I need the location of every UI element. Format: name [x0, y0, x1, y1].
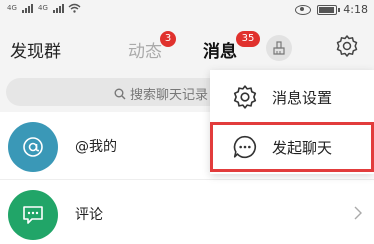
- at-avatar: [8, 122, 58, 172]
- menu-item-start-chat[interactable]: 发起聊天: [210, 122, 374, 172]
- messages-badge: 35: [236, 31, 260, 47]
- discover-groups-link[interactable]: 发现群: [10, 37, 61, 62]
- clear-unread-button[interactable]: [266, 35, 292, 61]
- eye-comfort-icon: [295, 4, 312, 15]
- signal-strength-icon: [22, 3, 33, 13]
- status-bar-left: 4G 4G: [6, 3, 81, 13]
- menu-item-label: 消息设置: [272, 89, 333, 107]
- search-placeholder-group: 搜索聊天记录: [114, 84, 208, 103]
- tab-messages[interactable]: 消息: [203, 37, 237, 62]
- status-bar: 4G 4G 4:18: [0, 0, 374, 20]
- network-type-label: 4G: [7, 3, 17, 12]
- list-item-label: 评论: [75, 207, 103, 223]
- list-item-label: @我的: [75, 139, 117, 155]
- comment-icon: [23, 206, 43, 224]
- battery-icon: [317, 4, 341, 15]
- wifi-icon: [68, 3, 81, 13]
- gear-icon: [233, 85, 257, 109]
- popup-menu: 消息设置 发起聊天: [210, 70, 374, 174]
- at-icon: [23, 137, 43, 157]
- header: 发现群 动态 3 消息 35: [0, 20, 374, 72]
- battery-fill: [319, 6, 334, 13]
- highlight-box: [210, 122, 374, 172]
- chevron-right-icon: [354, 206, 362, 220]
- list-item-comments[interactable]: 评论: [0, 180, 374, 244]
- dongtai-badge: 3: [160, 31, 176, 47]
- search-icon: [114, 88, 126, 99]
- menu-item-message-settings[interactable]: 消息设置: [210, 72, 374, 122]
- comment-avatar: [8, 190, 58, 240]
- gear-icon[interactable]: [335, 34, 359, 58]
- network-type-label-2: 4G: [38, 3, 48, 12]
- signal-strength-icon-2: [53, 3, 64, 13]
- search-placeholder: 搜索聊天记录: [130, 88, 209, 103]
- brush-icon: [273, 41, 285, 55]
- status-bar-right: 4:18: [295, 3, 368, 16]
- clock: 4:18: [343, 3, 368, 16]
- tab-dongtai[interactable]: 动态: [128, 37, 162, 62]
